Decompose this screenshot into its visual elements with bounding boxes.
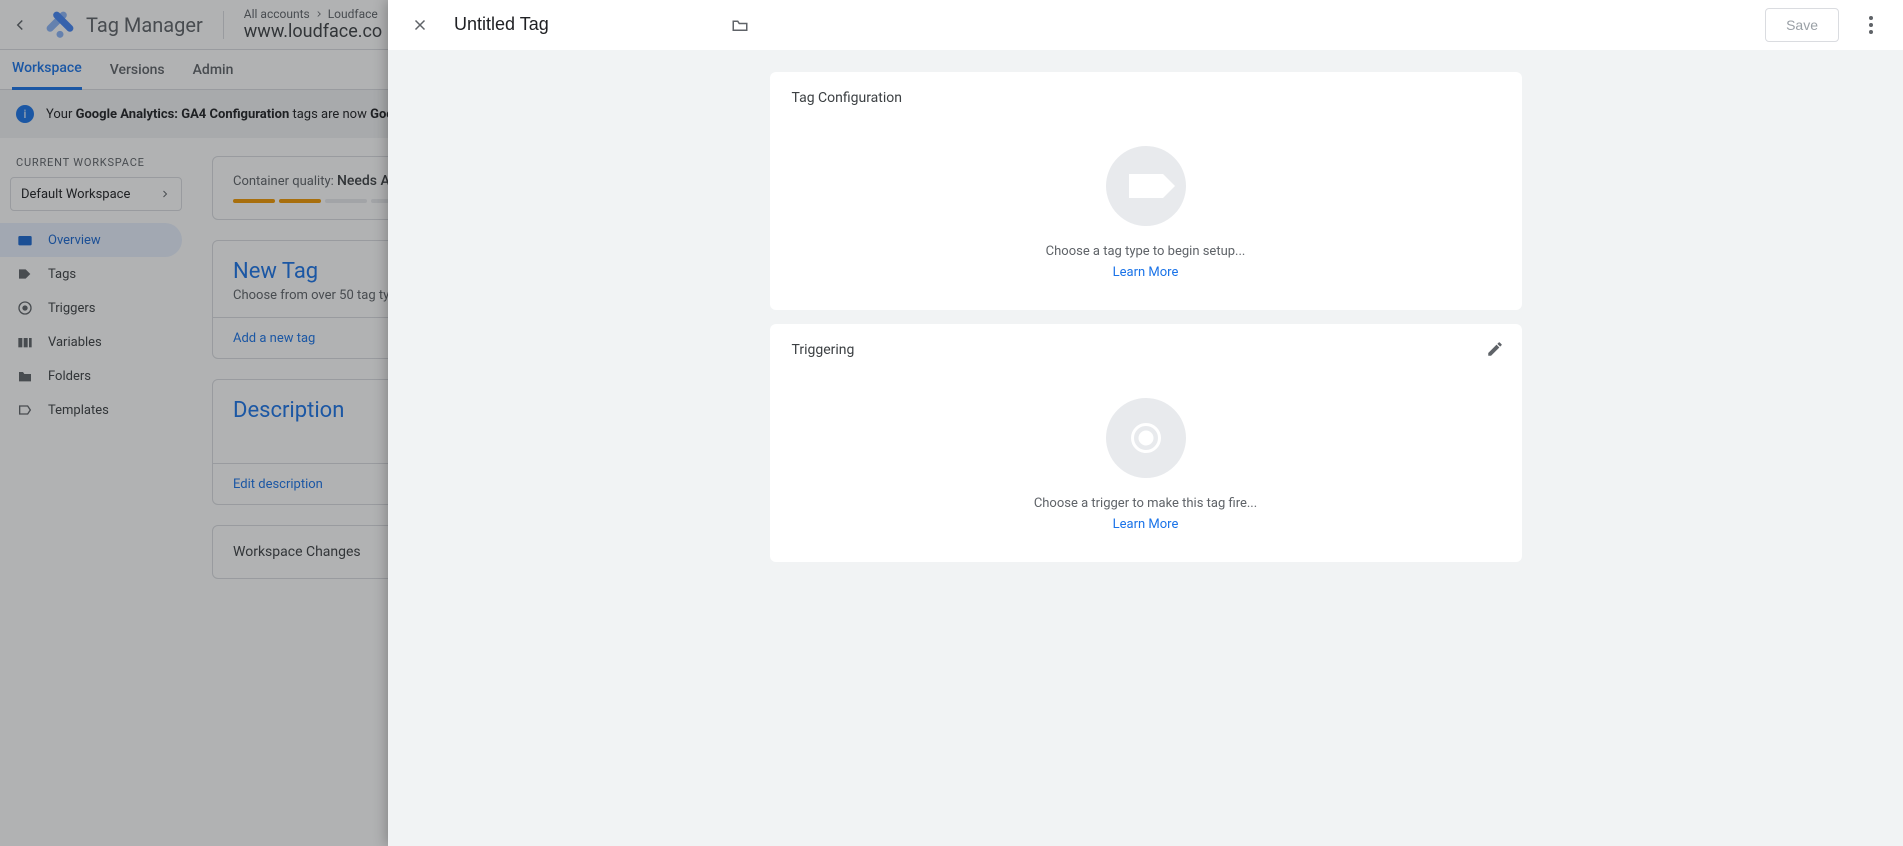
folder-button[interactable]: [726, 11, 754, 39]
close-button[interactable]: [402, 7, 438, 43]
pencil-icon: [1486, 340, 1504, 358]
tag-config-placeholder: Choose a tag type to begin setup...: [792, 244, 1500, 259]
tag-placeholder-icon: [1106, 146, 1186, 226]
save-button[interactable]: Save: [1765, 8, 1839, 42]
more-menu-button[interactable]: [1853, 7, 1889, 43]
tag-configuration-card[interactable]: Tag Configuration Choose a tag type to b…: [770, 72, 1522, 310]
panel-header: Save: [388, 0, 1903, 50]
triggering-learn-more[interactable]: Learn More: [792, 517, 1500, 532]
triggering-placeholder: Choose a trigger to make this tag fire..…: [792, 496, 1500, 511]
close-icon: [411, 16, 429, 34]
tag-config-learn-more[interactable]: Learn More: [792, 265, 1500, 280]
tag-name-input[interactable]: [452, 10, 712, 40]
folder-icon: [731, 17, 749, 33]
tag-config-title: Tag Configuration: [792, 90, 1500, 106]
edit-triggering-button[interactable]: [1486, 340, 1504, 358]
kebab-icon: [1869, 16, 1873, 34]
triggering-title: Triggering: [792, 342, 1500, 358]
trigger-placeholder-icon: [1106, 398, 1186, 478]
panel-body: Tag Configuration Choose a tag type to b…: [388, 50, 1903, 846]
tag-editor-panel: Save Tag Configuration Choose a tag type…: [388, 0, 1903, 846]
triggering-card[interactable]: Triggering Choose a trigger to make this…: [770, 324, 1522, 562]
panel-stack: Tag Configuration Choose a tag type to b…: [770, 72, 1522, 824]
